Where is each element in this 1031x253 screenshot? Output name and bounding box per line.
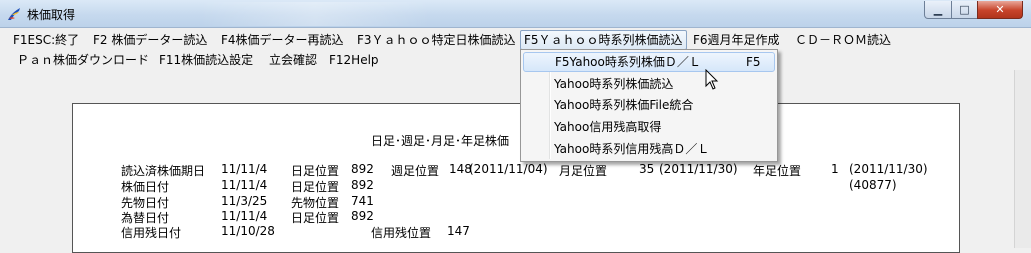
row-date: 11/11/4 [221,178,268,192]
yearly-date: (2011/11/30) [849,162,928,176]
minimize-button[interactable]: ▁ [924,1,952,19]
dropdown-item-yahoo-file-merge[interactable]: Yahoo時系列株価File統合 [523,95,775,115]
yearly-serial: (40877) [849,178,897,192]
app-icon [8,8,20,20]
window-title: 株価取得 [27,8,76,22]
menu-load-prices[interactable]: F2 株価データー読込 [92,30,208,50]
menu-price-settings[interactable]: F11株価読込設定 [158,50,254,70]
menu-cdrom-load[interactable]: ＣＤ－ＲＯＭ読込 [794,30,892,50]
row-pos-value: 147 [447,224,470,238]
row-label: 信用残日付 [121,226,182,240]
row-pos-label: 信用残位置 [371,226,432,240]
status-panel: 日足･週足･月足･年足株価 読込済株価期日 11/11/4 日足位置 892 週… [72,103,960,253]
row-pos-value: 892 [351,178,374,192]
title-bar-glare [200,2,430,26]
menu-yahoo-timeseries[interactable]: F5Ｙａｈｏｏ時系列株価読込 [520,30,687,50]
row-label: 読込済株価期日 [121,164,206,178]
dropdown-item-shortcut: F5 [746,55,761,69]
menu-reload-prices[interactable]: F4株価データー再読込 [220,30,345,50]
dropdown-item-label: F5Yahoo時系列株価Ｄ／Ｌ [555,55,701,69]
weekly-label: 週足位置 [391,164,440,178]
monthly-label: 月足位置 [559,164,608,178]
dropdown-item-yahoo-read[interactable]: Yahoo時系列株価読込 [523,74,775,94]
row-pos-value: 892 [351,209,374,223]
monthly-date: (2011/11/30) [659,162,738,176]
dropdown-item-label: Yahoo時系列株価読込 [554,77,674,91]
row-date: 11/11/4 [221,162,268,176]
maximize-button[interactable]: □ [951,1,978,19]
monthly-value: 35 [639,162,655,176]
row-pos-value: 741 [351,194,374,208]
menu-help[interactable]: F12Help [328,50,380,70]
row-pos-value: 892 [351,162,374,176]
close-icon: ✕ [995,3,1005,16]
dropdown-item-yahoo-credit-balance[interactable]: Yahoo信用残高取得 [523,117,775,137]
panel-heading: 日足･週足･月足･年足株価 [371,134,510,148]
menu-session-check[interactable]: 立会確認 [268,50,318,70]
close-button[interactable]: ✕ [977,1,1023,19]
menu-yahoo-specific-date[interactable]: F3Ｙａｈｏｏ特定日株価読込 [356,30,517,50]
weekly-date: (2011/11/04) [469,162,548,176]
title-bar: 株価取得 ▁ □ ✕ [0,0,1031,28]
row-date: 11/10/28 [221,224,275,238]
vertical-scrollbar[interactable] [1014,70,1031,248]
yearly-label: 年足位置 [753,164,802,178]
minimize-icon: ▁ [933,3,943,16]
menu-pan-download[interactable]: Ｐａｎ株価ダウンロード [16,50,150,70]
maximize-icon: □ [959,3,970,16]
dropdown-item-label: Yahoo時系列株価File統合 [554,98,694,112]
menu-exit[interactable]: F1ESC:終了 [12,30,80,50]
row-date: 11/11/4 [221,209,268,223]
dropdown-item-yahoo-credit-download[interactable]: Yahoo時系列信用残高Ｄ／Ｌ [523,139,775,159]
row-label: 株価日付 [121,180,170,194]
menu-bar: F1ESC:終了 F2 株価データー読込 F4株価データー再読込 F3Ｙａｈｏｏ… [0,28,1031,70]
yearly-value: 1 [831,162,839,176]
row-date: 11/3/25 [221,194,268,208]
menu-create-wmy[interactable]: F6週月年足作成 [692,30,781,50]
yahoo-timeseries-dropdown: F5Yahoo時系列株価Ｄ／Ｌ F5 Yahoo時系列株価読込 Yahoo時系列… [520,49,778,162]
dropdown-item-label: Yahoo信用残高取得 [554,120,662,134]
dropdown-item-yahoo-download[interactable]: F5Yahoo時系列株価Ｄ／Ｌ F5 [523,52,775,72]
dropdown-item-label: Yahoo時系列信用残高Ｄ／Ｌ [554,142,710,156]
row-pos-label: 日足位置 [291,164,340,178]
row-pos-label: 日足位置 [291,180,340,194]
mouse-cursor-icon [705,69,719,90]
row-pos-label: 日足位置 [291,211,340,225]
